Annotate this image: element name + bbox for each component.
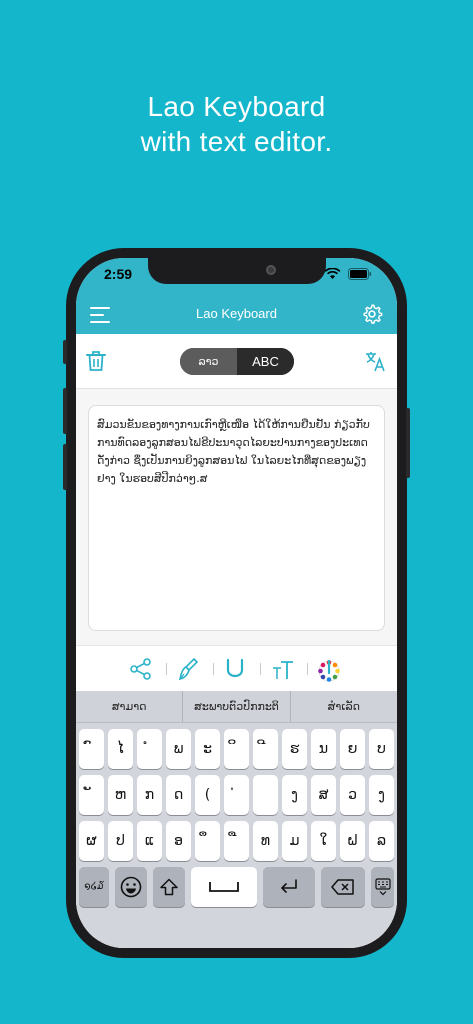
status-bar: 2:59 (76, 258, 397, 294)
shift-key[interactable] (153, 867, 185, 907)
text-editor[interactable]: ສົມວນຂັນຂອງທາງການເກົາຫຼີເໜືອ ໄດ້ໃຫ້ການຢື… (88, 405, 385, 631)
keyboard-hide-key[interactable] (371, 867, 394, 907)
return-key[interactable] (263, 867, 315, 907)
key[interactable]: ( (195, 775, 220, 815)
key[interactable]: ດ (166, 775, 191, 815)
translate-icon[interactable] (365, 350, 387, 372)
key[interactable]: ໃ (311, 821, 336, 861)
key[interactable]: ວ (340, 775, 365, 815)
key[interactable]: ມ (282, 821, 307, 861)
nav-bar: Lao Keyboard (76, 294, 397, 334)
editor-container: ສົມວນຂັນຂອງທາງການເກົາຫຼີເໜືອ ໄດ້ໃຫ້ການຢື… (76, 389, 397, 645)
key[interactable]: ັ (79, 775, 104, 815)
space-icon (209, 882, 239, 892)
key[interactable] (253, 775, 278, 815)
keyboard-row-4: ໑໒໓ (76, 867, 397, 907)
key[interactable]: ໍ (137, 729, 162, 769)
keyboard-hide-icon (374, 878, 391, 896)
key[interactable]: ່ (224, 775, 249, 815)
headline-line-2: with text editor. (140, 126, 333, 157)
key[interactable]: ງ (369, 775, 394, 815)
suggestion-item[interactable]: ສະພາບຕົວປົກກະຕິ (182, 691, 289, 722)
key[interactable]: ິ (224, 729, 249, 769)
toolbar-divider (166, 663, 167, 675)
key[interactable]: ຫ (108, 775, 133, 815)
key[interactable]: ຜ (79, 821, 104, 861)
headline-line-1: Lao Keyboard (147, 91, 326, 122)
toolbar-divider (307, 663, 308, 675)
key[interactable]: ຝ (340, 821, 365, 861)
status-time: 2:59 (104, 266, 133, 282)
app-screen: 2:59 Lao Keyboard ລາວ ABC ສົມວນຂັນຂອງທາງ… (76, 258, 397, 948)
key[interactable]: ໄ (108, 729, 133, 769)
emoji-icon (120, 876, 142, 898)
key[interactable]: ພ (166, 729, 191, 769)
key[interactable]: ະ (195, 729, 220, 769)
front-camera (266, 265, 276, 275)
battery-icon (348, 268, 372, 280)
lao-keyboard: ົ ໄ ໍ ພ ະ ິ ີ ຮ ນ ຍ ບ ັ ຫ ກ ດ ( ່ ງ (76, 723, 397, 948)
key[interactable]: ຶ (195, 821, 220, 861)
volume-down-button (63, 444, 67, 490)
numbers-key[interactable]: ໑໒໓ (79, 867, 109, 907)
key[interactable]: ີ (253, 729, 278, 769)
keyboard-row-2: ັ ຫ ກ ດ ( ່ ງ ສ ວ ງ (76, 775, 397, 815)
volume-up-button (63, 388, 67, 434)
trash-icon[interactable] (86, 350, 106, 372)
key[interactable]: ປ (108, 821, 133, 861)
mute-switch (63, 340, 67, 364)
brush-icon[interactable] (178, 658, 198, 680)
nav-title: Lao Keyboard (196, 306, 277, 321)
lao-option[interactable]: ລາວ (180, 348, 237, 375)
shift-icon (160, 878, 178, 896)
key[interactable]: ສ (311, 775, 336, 815)
key[interactable]: ລ (369, 821, 394, 861)
suggestion-item[interactable]: ສຳເລັດ (289, 691, 397, 722)
space-key[interactable] (191, 867, 257, 907)
underline-icon[interactable] (225, 658, 245, 680)
backspace-key[interactable] (321, 867, 365, 907)
key[interactable]: ທ (253, 821, 278, 861)
key[interactable]: ແ (137, 821, 162, 861)
text-size-icon[interactable] (272, 658, 294, 680)
key[interactable]: ບ (369, 729, 394, 769)
toolbar-divider (260, 663, 261, 675)
phone-frame: 2:59 Lao Keyboard ລາວ ABC ສົມວນຂັນຂອງທາງ… (63, 248, 410, 958)
abc-option[interactable]: ABC (237, 348, 294, 375)
suggestion-bar: ສາມາດ ສະພາບຕົວປົກກະຕິ ສຳເລັດ (76, 691, 397, 723)
keyboard-row-1: ົ ໄ ໍ ພ ະ ິ ີ ຮ ນ ຍ ບ (76, 729, 397, 769)
color-palette-icon[interactable] (317, 658, 341, 682)
language-toggle[interactable]: ລາວ ABC (180, 348, 294, 375)
key[interactable]: ງ (282, 775, 307, 815)
key[interactable]: ອ (166, 821, 191, 861)
key[interactable]: ຮ (282, 729, 307, 769)
key[interactable]: ນ (311, 729, 336, 769)
return-icon (281, 879, 297, 893)
power-button (406, 408, 410, 478)
key[interactable]: ົ (79, 729, 104, 769)
suggestion-item[interactable]: ສາມາດ (76, 691, 182, 722)
gear-icon[interactable] (361, 303, 383, 325)
emoji-key[interactable] (115, 867, 147, 907)
editor-top-toolbar: ລາວ ABC (76, 334, 397, 389)
share-icon[interactable] (130, 658, 152, 680)
signal-icon (324, 268, 341, 279)
notch (148, 258, 326, 284)
key[interactable]: ຍ (340, 729, 365, 769)
backspace-icon (331, 879, 354, 895)
key[interactable]: ື (224, 821, 249, 861)
toolbar-divider (213, 663, 214, 675)
key[interactable]: ກ (137, 775, 162, 815)
keyboard-row-3: ຜ ປ ແ ອ ຶ ື ທ ມ ໃ ຝ ລ (76, 821, 397, 861)
format-toolbar (76, 645, 397, 691)
